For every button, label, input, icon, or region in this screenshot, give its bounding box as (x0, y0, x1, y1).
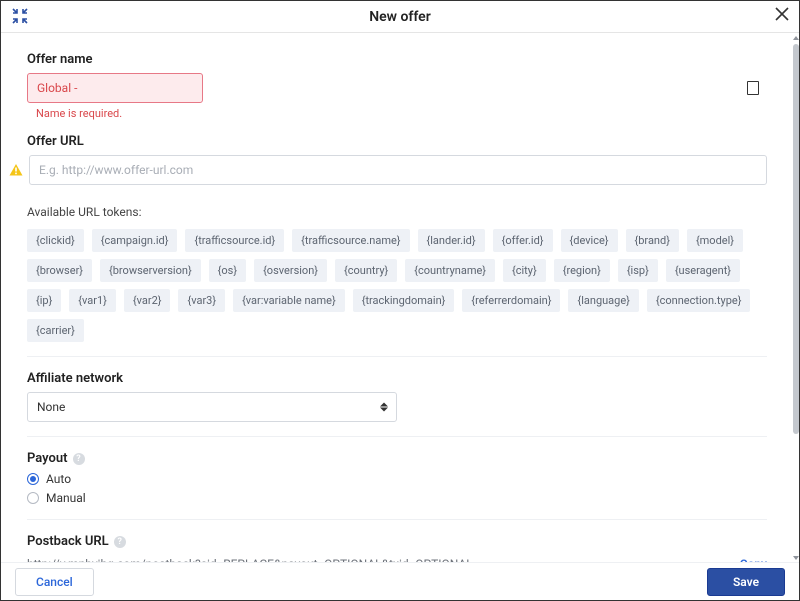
radio-label: Auto (46, 472, 71, 486)
url-token[interactable]: {clickid} (27, 229, 84, 252)
modal-header: New offer (1, 1, 799, 33)
scrollbar[interactable] (793, 34, 799, 562)
url-token[interactable]: {osversion} (254, 259, 327, 282)
divider (27, 519, 767, 520)
affiliate-select[interactable]: None (27, 392, 397, 422)
payout-radio-group: Auto Manual (27, 472, 767, 505)
url-token[interactable]: {isp} (618, 259, 658, 282)
payout-radio-auto[interactable]: Auto (27, 472, 767, 486)
url-token[interactable]: {useragent} (666, 259, 740, 282)
collapse-icon[interactable] (11, 7, 29, 25)
url-token[interactable]: {browser} (27, 259, 92, 282)
url-token[interactable]: {countryname} (405, 259, 495, 282)
payout-label: Payout ? (27, 451, 767, 466)
help-icon[interactable]: ? (114, 536, 126, 548)
offer-name-row (27, 73, 767, 103)
url-token[interactable]: {var2} (124, 289, 171, 312)
save-button[interactable]: Save (707, 568, 785, 596)
offer-url-label: Offer URL (27, 134, 767, 149)
modal-footer: Cancel Save (1, 562, 799, 600)
url-token[interactable]: {os} (209, 259, 246, 282)
select-arrows-icon (380, 403, 388, 412)
scroll-down-icon[interactable] (793, 554, 799, 562)
url-token[interactable]: {trackingdomain} (353, 289, 455, 312)
offer-name-input[interactable] (27, 73, 203, 103)
scroll-up-icon[interactable] (793, 34, 799, 42)
help-icon[interactable]: ? (73, 453, 85, 465)
warning-icon (9, 163, 23, 177)
offer-name-error: Name is required. (36, 107, 767, 120)
url-token[interactable]: {carrier} (27, 319, 84, 342)
tokens-list: {clickid} {campaign.id} {trafficsource.id}… (27, 229, 767, 342)
input-suffix-icon[interactable] (747, 81, 759, 95)
url-token[interactable]: {var1} (69, 289, 116, 312)
url-token[interactable]: {device} (561, 229, 618, 252)
divider (27, 436, 767, 437)
close-icon[interactable] (775, 7, 789, 21)
url-token[interactable]: {referrerdomain} (462, 289, 560, 312)
url-token[interactable]: {region} (554, 259, 610, 282)
form-content: Offer name Name is required. Offer URL A… (1, 34, 793, 562)
postback-label-text: Postback URL (27, 534, 109, 549)
postback-label: Postback URL ? (27, 534, 767, 549)
url-token[interactable]: {model} (687, 229, 743, 252)
url-token[interactable]: {country} (335, 259, 397, 282)
offer-url-input[interactable] (29, 155, 767, 185)
url-token[interactable]: {offer.id} (493, 229, 553, 252)
url-token[interactable]: {lander.id} (418, 229, 485, 252)
radio-icon (27, 492, 39, 504)
tokens-caption: Available URL tokens: (27, 205, 767, 219)
divider (27, 356, 767, 357)
url-token[interactable]: {language} (568, 289, 638, 312)
payout-radio-manual[interactable]: Manual (27, 491, 767, 505)
url-token[interactable]: {connection.type} (647, 289, 751, 312)
url-token[interactable]: {trafficsource.id} (185, 229, 284, 252)
cancel-button[interactable]: Cancel (15, 568, 94, 596)
url-token[interactable]: {trafficsource.name} (292, 229, 409, 252)
url-token[interactable]: {campaign.id} (92, 229, 178, 252)
url-token[interactable]: {var3} (178, 289, 225, 312)
url-token[interactable]: {city} (503, 259, 546, 282)
scrollbar-thumb[interactable] (793, 44, 799, 434)
url-token[interactable]: {ip} (27, 289, 61, 312)
url-token[interactable]: {browserversion} (100, 259, 201, 282)
affiliate-label: Affiliate network (27, 371, 767, 386)
affiliate-selected: None (37, 400, 65, 414)
radio-icon (27, 473, 39, 485)
payout-label-text: Payout (27, 451, 68, 466)
offer-name-label: Offer name (27, 52, 767, 67)
offer-url-row (27, 155, 767, 185)
scroll-area: Offer name Name is required. Offer URL A… (1, 34, 793, 562)
modal-title: New offer (369, 9, 431, 25)
radio-label: Manual (46, 491, 86, 505)
url-token[interactable]: {brand} (626, 229, 679, 252)
url-token[interactable]: {var:variable name} (233, 289, 345, 312)
